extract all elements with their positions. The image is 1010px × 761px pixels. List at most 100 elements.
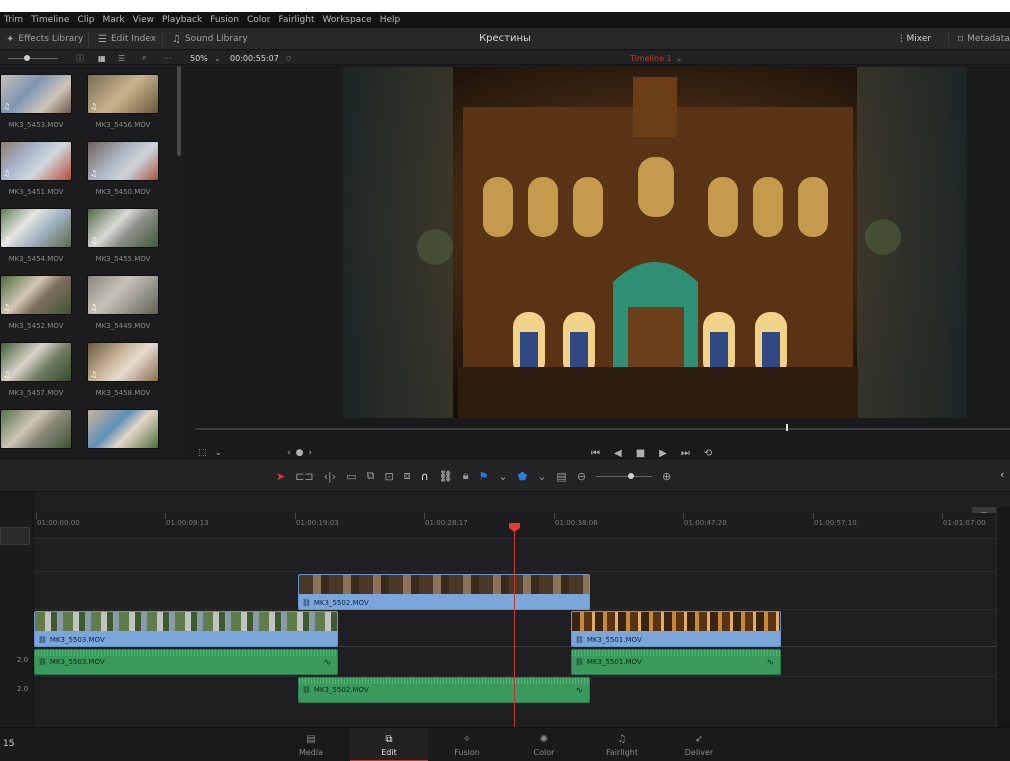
- info-icon[interactable]: ⓘ: [76, 51, 84, 65]
- crop-icon[interactable]: ⬚: [198, 448, 207, 458]
- edit-index-button[interactable]: ☰ Edit Index: [98, 28, 156, 50]
- menu-trim[interactable]: Trim: [0, 15, 27, 25]
- color-wheel-icon: ✺: [539, 733, 549, 745]
- ruler-label: 01:00:38:06: [555, 519, 598, 527]
- fade-handle-icon[interactable]: ∿: [323, 658, 331, 668]
- stop-icon[interactable]: ■: [636, 448, 645, 459]
- media-clip[interactable]: ♫ MK3_5454.MOV: [0, 208, 72, 263]
- dynamic-trim-icon[interactable]: ‹|›: [324, 470, 337, 483]
- clip-thumbnail: ♫: [87, 208, 159, 248]
- zoom-in-icon[interactable]: ⊕: [662, 470, 671, 483]
- menu-mark[interactable]: Mark: [98, 15, 128, 25]
- selection-arrow-icon[interactable]: ➤: [276, 470, 285, 483]
- lock-icon[interactable]: 🔒︎: [463, 469, 469, 483]
- sound-library-button[interactable]: ♫ Sound Library: [172, 28, 248, 50]
- video-clip[interactable]: ⛓ MK3_5502.MOV: [298, 574, 590, 610]
- menu-playback[interactable]: Playback: [158, 15, 206, 25]
- skip-to-start-icon[interactable]: ⏮: [591, 448, 600, 459]
- clip-thumbnail: [87, 409, 159, 449]
- media-clip[interactable]: ♫ MK3_5452.MOV: [0, 275, 72, 330]
- list-view-icon[interactable]: ☰: [118, 51, 125, 65]
- page-edit-button[interactable]: ⧉ Edit: [350, 728, 428, 761]
- marker-icon[interactable]: ⬟: [518, 470, 528, 483]
- menu-fusion[interactable]: Fusion: [206, 15, 243, 25]
- viewer-playhead[interactable]: [786, 424, 788, 431]
- insert-clip-icon[interactable]: ⧉: [367, 469, 375, 483]
- page-fairlight-button[interactable]: ♫ Fairlight: [583, 728, 661, 761]
- media-clip[interactable]: ♫ MK3_5456.MOV: [87, 74, 159, 129]
- tag-icon: ⌑: [958, 33, 964, 45]
- media-clip[interactable]: ♫ MK3_5451.MOV: [0, 141, 72, 196]
- menu-color[interactable]: Color: [243, 15, 275, 25]
- overwrite-clip-icon[interactable]: ⊡: [384, 470, 393, 483]
- audio-clip[interactable]: ⛓ MK3_5503.MOV ∿: [34, 649, 338, 675]
- link-icon: ⛓: [575, 636, 584, 644]
- audio-waveform: [299, 678, 589, 684]
- timeline-playhead[interactable]: [514, 527, 515, 727]
- timeline-selector[interactable]: Timeline 1 ⌄: [630, 51, 682, 65]
- media-clip[interactable]: ♫ MK3_5458.MOV: [87, 342, 159, 397]
- zoom-slider[interactable]: [596, 472, 653, 479]
- zoom-level[interactable]: 50%: [190, 51, 208, 65]
- search-icon[interactable]: ⌕: [142, 51, 146, 65]
- media-clip[interactable]: ♫ MK3_5449.MOV: [87, 275, 159, 330]
- clip-thumbnail: ♫: [87, 342, 159, 382]
- grid-view-icon[interactable]: ▦: [98, 51, 106, 65]
- link-icon[interactable]: ⛓: [439, 470, 453, 483]
- source-viewer: ⬚ ⌄ ‹ ● › ⏮ ◀ ■ ▶ ⏭ ⟲: [183, 66, 1010, 459]
- trim-tool-icon[interactable]: ⊏⊐: [295, 470, 313, 483]
- mixer-button[interactable]: ⫶ Mixer: [900, 28, 931, 50]
- page-media-button[interactable]: ▤ Media: [272, 728, 350, 761]
- menu-help[interactable]: Help: [376, 15, 405, 25]
- more-options-icon[interactable]: ···: [164, 51, 172, 65]
- play-icon[interactable]: ▶: [659, 448, 667, 459]
- fade-handle-icon[interactable]: ∿: [575, 686, 583, 696]
- menu-fairlight[interactable]: Fairlight: [274, 15, 318, 25]
- media-clip[interactable]: ♫ MK3_5457.MOV: [0, 342, 72, 397]
- zoom-out-icon[interactable]: ⊖: [577, 470, 586, 483]
- flag-icon[interactable]: ⚑: [479, 470, 489, 483]
- snapping-icon[interactable]: ∩: [421, 470, 429, 483]
- toolbar-divider: [88, 32, 89, 46]
- audio-clip[interactable]: ⛓ MK3_5501.MOV ∿: [571, 649, 781, 675]
- sound-library-label: Sound Library: [184, 34, 248, 44]
- viewer-scrubber[interactable]: [195, 428, 1010, 430]
- clip-label: ⛓ MK3_5501.MOV: [575, 636, 642, 644]
- chevron-down-icon[interactable]: ⌄: [537, 470, 546, 483]
- page-deliver-button[interactable]: ➶ Deliver: [660, 728, 738, 761]
- chevron-left-icon[interactable]: ‹: [1000, 468, 1004, 481]
- media-clip[interactable]: [87, 409, 159, 449]
- audio-track-2-level: 2.0: [17, 685, 29, 693]
- page-color-button[interactable]: ✺ Color: [505, 728, 583, 761]
- media-pool-scrollbar[interactable]: [177, 66, 181, 156]
- play-reverse-icon[interactable]: ◀: [614, 448, 622, 459]
- page-fusion-button[interactable]: ✧ Fusion: [428, 728, 506, 761]
- chevron-down-icon[interactable]: ⌄: [215, 448, 223, 458]
- clip-name: MK3_5502.MOV: [313, 686, 369, 694]
- blade-tool-icon[interactable]: ▭: [346, 470, 356, 483]
- menu-clip[interactable]: Clip: [73, 15, 98, 25]
- thumbnail-size-slider[interactable]: [8, 51, 62, 65]
- effects-library-button[interactable]: ✦ Effects Library: [6, 28, 83, 50]
- replace-clip-icon[interactable]: ⧈: [404, 469, 411, 483]
- media-clip[interactable]: ♫ MK3_5453.MOV: [0, 74, 72, 129]
- menu-view[interactable]: View: [129, 15, 158, 25]
- chevron-down-icon[interactable]: ⌄: [498, 470, 507, 483]
- skip-to-end-icon[interactable]: ⏭: [681, 448, 690, 459]
- timeline-view-icon[interactable]: ▤: [556, 470, 566, 483]
- media-clip[interactable]: [0, 409, 72, 449]
- video-clip[interactable]: ⛓ MK3_5503.MOV: [34, 611, 338, 647]
- loop-icon[interactable]: ⟲: [704, 448, 712, 459]
- timecode-box[interactable]: [0, 527, 30, 545]
- fade-handle-icon[interactable]: ∿: [766, 658, 774, 668]
- video-clip[interactable]: ⛓ MK3_5501.MOV: [571, 611, 781, 647]
- menu-workspace[interactable]: Workspace: [318, 15, 375, 25]
- metadata-button[interactable]: ⌑ Metadata: [958, 28, 1010, 50]
- media-clip[interactable]: ♫ MK3_5455.MOV: [87, 208, 159, 263]
- audio-clip[interactable]: ⛓ MK3_5502.MOV ∿: [298, 677, 590, 703]
- media-clip[interactable]: ♫ MK3_5450.MOV: [87, 141, 159, 196]
- chevron-down-icon[interactable]: ⌄: [214, 51, 221, 65]
- audio-note-icon: ♫: [3, 169, 11, 178]
- audio-note-icon: ♫: [3, 102, 11, 111]
- menu-timeline[interactable]: Timeline: [27, 15, 73, 25]
